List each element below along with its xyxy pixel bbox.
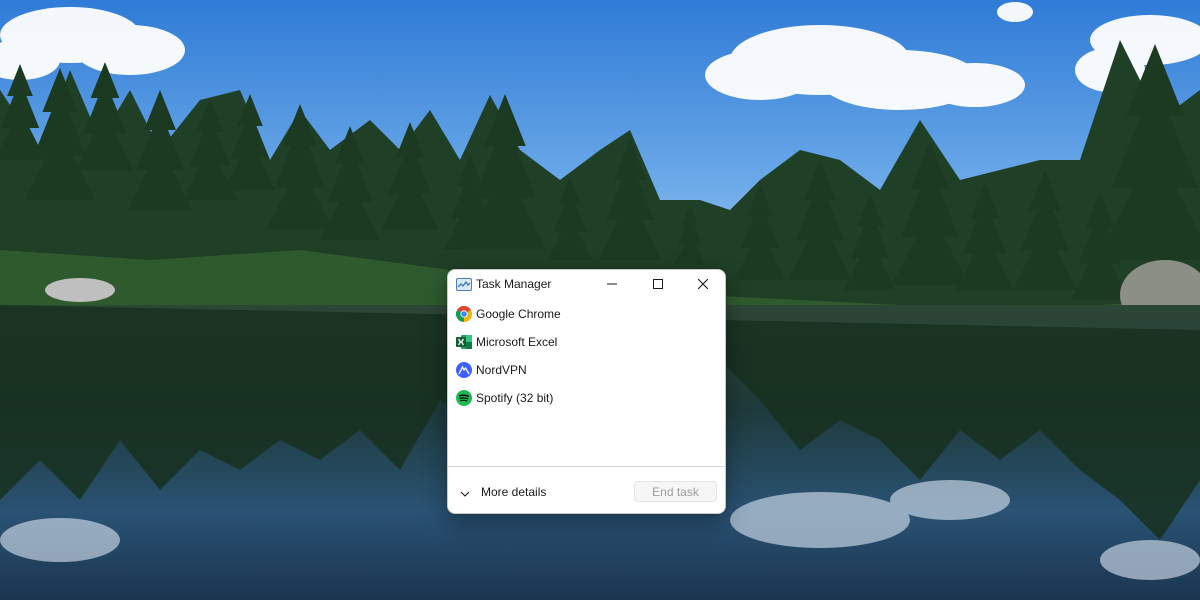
window-footer: More details End task bbox=[448, 466, 725, 513]
window-title: Task Manager bbox=[476, 277, 552, 291]
excel-icon bbox=[456, 334, 472, 350]
process-row-chrome[interactable]: Google Chrome bbox=[448, 300, 725, 328]
title-bar[interactable]: Task Manager bbox=[448, 270, 725, 300]
maximize-icon bbox=[653, 276, 663, 294]
minimize-icon bbox=[607, 276, 617, 294]
close-button[interactable] bbox=[680, 270, 725, 300]
process-label: Microsoft Excel bbox=[476, 335, 558, 349]
close-icon bbox=[697, 276, 709, 294]
nordvpn-icon bbox=[456, 362, 472, 378]
task-manager-window: Task Manager Google Chrome Microsoft Exc… bbox=[447, 269, 726, 514]
more-details-label: More details bbox=[481, 485, 547, 499]
minimize-button[interactable] bbox=[589, 270, 635, 300]
end-task-button[interactable]: End task bbox=[634, 481, 717, 502]
task-manager-icon bbox=[456, 278, 472, 291]
process-list: Google Chrome Microsoft Excel NordVPN Sp… bbox=[448, 300, 725, 412]
process-label: NordVPN bbox=[476, 363, 527, 377]
process-row-spotify[interactable]: Spotify (32 bit) bbox=[448, 384, 725, 412]
process-row-nordvpn[interactable]: NordVPN bbox=[448, 356, 725, 384]
chevron-down-icon bbox=[460, 486, 470, 497]
maximize-button[interactable] bbox=[635, 270, 681, 300]
process-row-excel[interactable]: Microsoft Excel bbox=[448, 328, 725, 356]
chrome-icon bbox=[455, 305, 473, 322]
spotify-icon bbox=[456, 390, 472, 406]
more-details-button[interactable]: More details bbox=[456, 477, 576, 505]
process-label: Spotify (32 bit) bbox=[476, 391, 554, 405]
process-label: Google Chrome bbox=[476, 307, 561, 321]
